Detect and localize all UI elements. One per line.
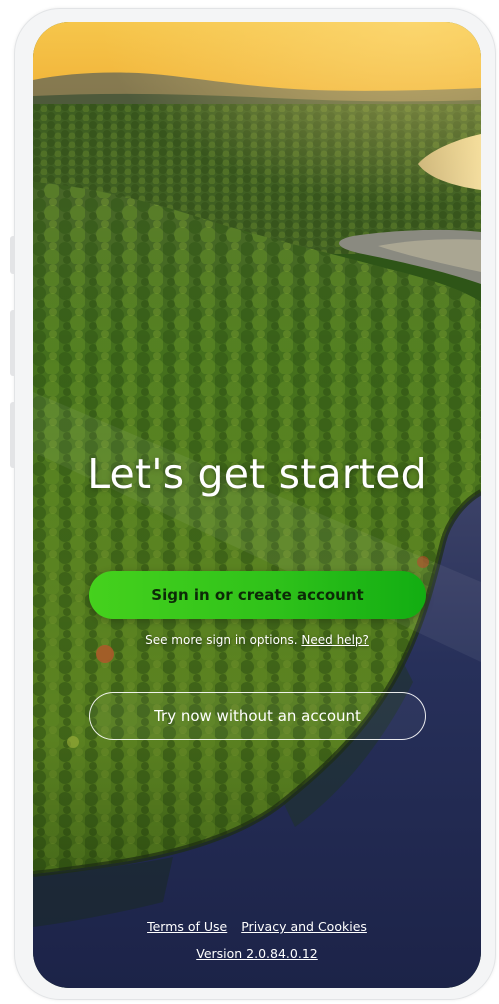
need-help-link[interactable]: Need help? <box>301 633 368 647</box>
phone-volume-up-button <box>10 310 15 376</box>
privacy-cookies-link[interactable]: Privacy and Cookies <box>241 919 367 934</box>
version-text: Version 2.0.84.0.12 <box>196 946 318 961</box>
phone-volume-down-button <box>10 402 15 468</box>
app-screen: Let's get started Sign in or create acco… <box>33 22 481 988</box>
forest-lake-background <box>33 22 481 988</box>
terms-of-use-link[interactable]: Terms of Use <box>147 919 227 934</box>
page-title: Let's get started <box>87 450 427 498</box>
sign-in-button[interactable]: Sign in or create account <box>89 571 426 619</box>
footer-links: Terms of Use Privacy and Cookies <box>33 919 481 934</box>
try-without-account-button[interactable]: Try now without an account <box>89 692 426 740</box>
sign-in-options-line: See more sign in options. Need help? <box>33 633 481 647</box>
more-options-text: See more sign in options. <box>145 633 298 647</box>
phone-silent-switch <box>10 236 15 274</box>
